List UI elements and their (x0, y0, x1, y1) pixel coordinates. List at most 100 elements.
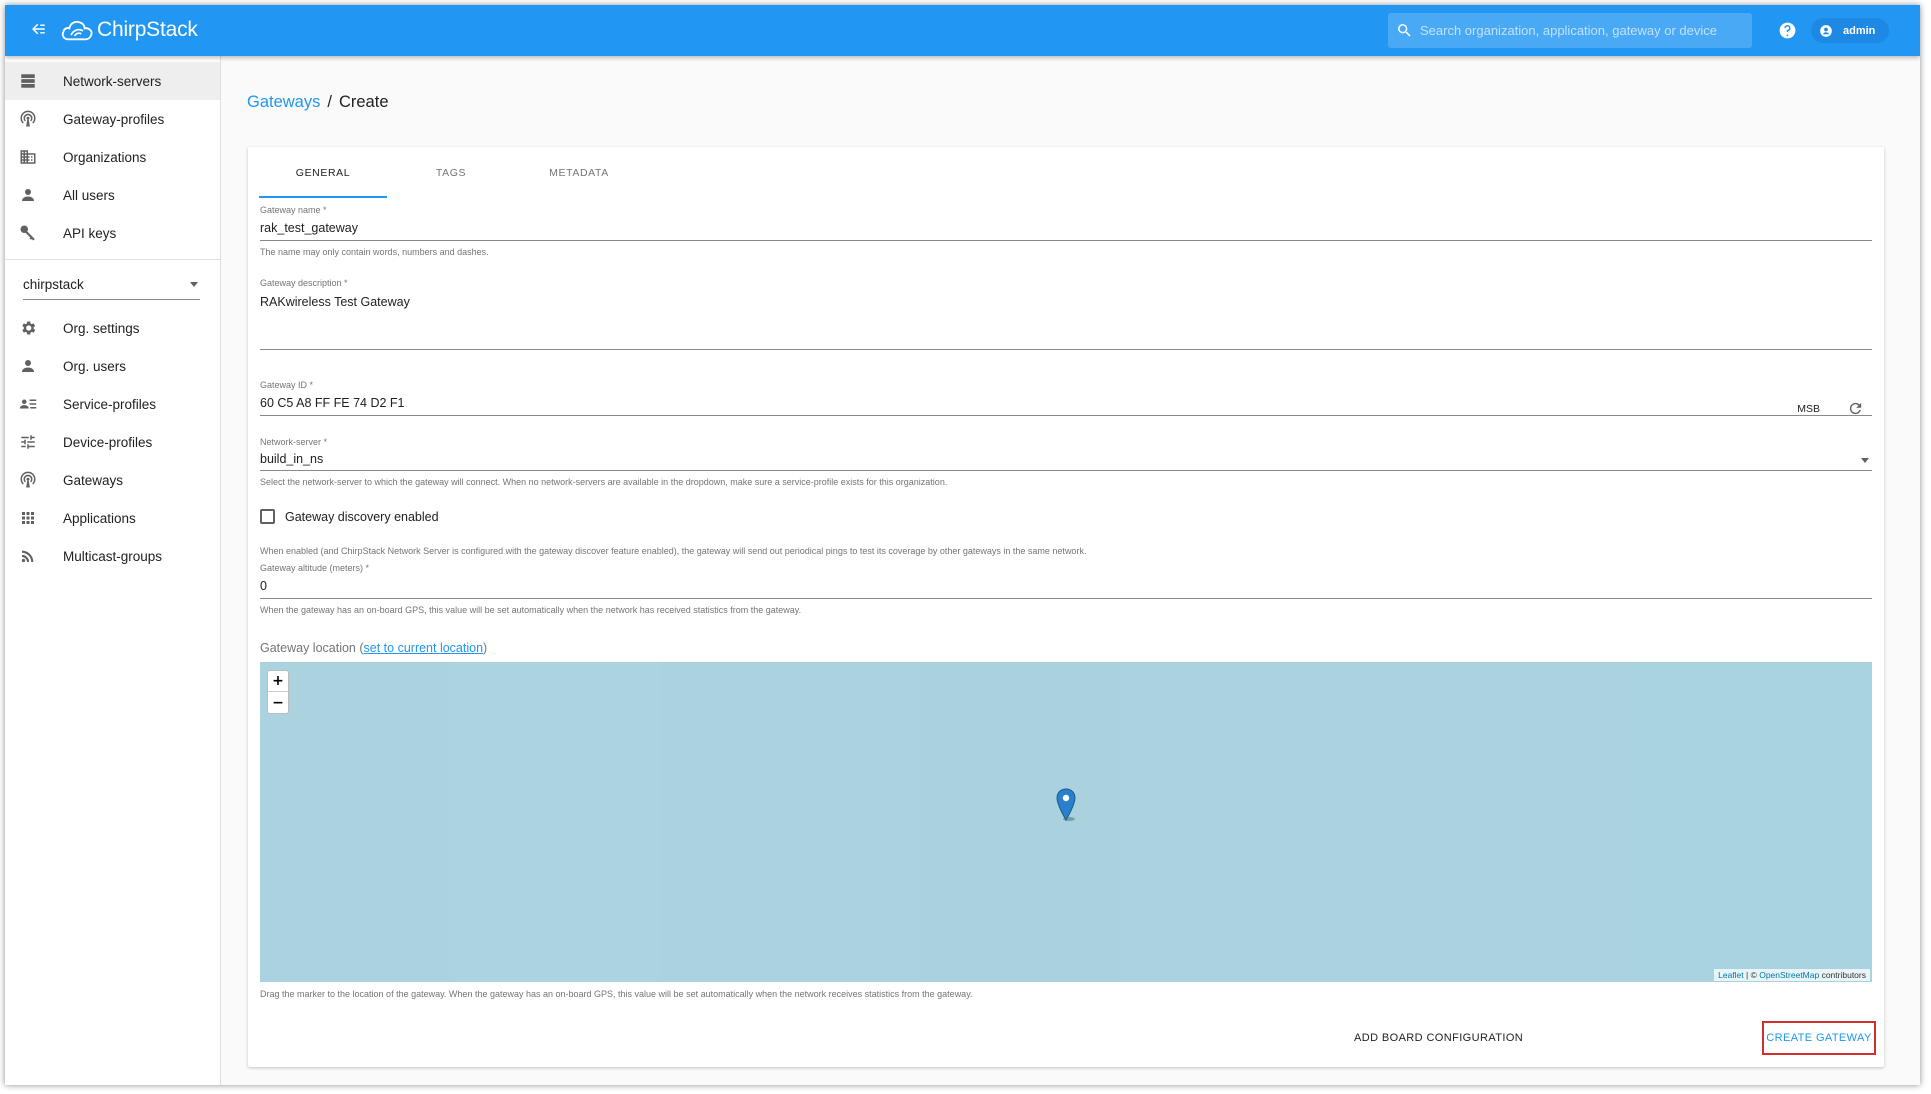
domain-icon (18, 147, 38, 167)
attribution-separator: | © (1743, 970, 1760, 980)
breadcrumb: Gateways / Create (247, 93, 389, 112)
leaflet-link[interactable]: Leaflet (1718, 970, 1744, 980)
sidebar-item-gateway-profiles[interactable]: Gateway-profiles (5, 100, 220, 138)
gateway-discovery-helper: When enabled (and ChirpStack Network Ser… (260, 546, 1087, 556)
search-input[interactable] (1420, 23, 1740, 38)
app-bar: ChirpStack admin (5, 5, 1920, 56)
gateway-id-input[interactable] (260, 390, 1872, 416)
create-gateway-button[interactable]: CREATE GATEWAY (1762, 1021, 1876, 1055)
sidebar-item-label: Applications (63, 510, 136, 526)
sidebar-item-label: API keys (63, 225, 117, 241)
gateway-altitude-label: Gateway altitude (meters) * (260, 563, 370, 573)
gateway-name-helper: The name may only contain words, numbers… (260, 247, 489, 257)
gateway-description-label: Gateway description * (260, 278, 348, 288)
refresh-icon[interactable] (1847, 400, 1864, 417)
network-server-value: build_in_ns (260, 452, 324, 466)
map-attribution: Leaflet | © OpenStreetMap contributors (1714, 969, 1870, 981)
network-server-field: Network-server * build_in_ns Select the … (260, 437, 1872, 487)
gateway-discovery-label: Gateway discovery enabled (285, 509, 439, 524)
zoom-out-button[interactable]: − (268, 692, 288, 713)
account-circle-icon (1820, 24, 1832, 37)
gateway-name-field: Gateway name * The name may only contain… (260, 205, 1872, 257)
chirpstack-logo[interactable]: ChirpStack (60, 13, 198, 47)
page-title: Create (338, 93, 389, 111)
map-tile (920, 662, 1120, 982)
zoom-in-button[interactable]: + (268, 671, 288, 692)
app-window: ChirpStack admin Network-servers Gateway… (5, 5, 1920, 1085)
map-zoom-control: + − (267, 670, 289, 714)
gateway-description-input[interactable]: RAKwireless Test Gateway (260, 288, 1872, 350)
global-search[interactable] (1388, 13, 1752, 48)
gateway-altitude-helper: When the gateway has an on-board GPS, th… (260, 605, 802, 615)
sidebar-item-organizations[interactable]: Organizations (5, 138, 220, 176)
location-label-prefix: Gateway location ( (260, 641, 364, 655)
tab-tags[interactable]: TAGS (387, 147, 515, 198)
chevron-down-icon (1861, 458, 1869, 463)
attribution-tail: contributors (1819, 970, 1866, 980)
cloud-logo-icon (61, 20, 93, 41)
tab-metadata[interactable]: METADATA (515, 147, 643, 198)
gateway-id-label: Gateway ID * (260, 380, 314, 390)
sidebar-item-device-profiles[interactable]: Device-profiles (5, 423, 220, 461)
breadcrumb-separator: / (327, 93, 332, 111)
sidebar-item-label: All users (63, 187, 115, 203)
app-name: ChirpStack (97, 18, 198, 41)
sidebar-item-label: Gateway-profiles (63, 111, 165, 127)
key-icon (18, 223, 38, 243)
sidebar-divider (5, 259, 220, 260)
gateway-discovery-checkbox[interactable] (260, 509, 275, 524)
gateway-altitude-input[interactable] (260, 573, 1872, 599)
help-icon[interactable] (1778, 21, 1797, 40)
add-board-configuration-button[interactable]: ADD BOARD CONFIGURATION (1348, 1022, 1529, 1054)
gateway-name-input[interactable] (260, 215, 1872, 241)
rss-icon (18, 546, 38, 566)
set-current-location-link[interactable]: set to current location (364, 641, 484, 655)
sidebar-item-multicast-groups[interactable]: Multicast-groups (5, 537, 220, 575)
gateway-name-label: Gateway name * (260, 205, 327, 215)
person-icon (18, 185, 38, 205)
sidebar-item-gateways[interactable]: Gateways (5, 461, 220, 499)
byte-order-toggle[interactable]: MSB (1797, 403, 1820, 415)
sidebar-item-network-servers[interactable]: Network-servers (5, 62, 220, 100)
map-marker-icon[interactable] (1055, 788, 1077, 822)
server-icon (18, 71, 38, 91)
radio-tower-icon (18, 470, 38, 490)
form-tabs: GENERAL TAGS METADATA (259, 147, 643, 198)
sidebar-item-label: Gateways (63, 472, 124, 488)
network-server-select[interactable]: build_in_ns (260, 447, 1872, 471)
gateway-altitude-field: Gateway altitude (meters) * When the gat… (260, 563, 1872, 615)
tab-general[interactable]: GENERAL (259, 147, 387, 198)
location-map[interactable]: + − Leaflet | © OpenStreetMap contributo… (260, 662, 1872, 982)
organization-select[interactable]: chirpstack (23, 270, 200, 300)
map-tile (1630, 662, 1872, 982)
menu-toggle-icon[interactable] (27, 20, 49, 42)
organization-select-value: chirpstack (23, 277, 84, 292)
map-tile (450, 662, 660, 982)
sidebar-item-label: Org. users (63, 358, 127, 374)
location-label-suffix: ) (483, 641, 488, 655)
sidebar-item-org-users[interactable]: Org. users (5, 347, 220, 385)
sidebar-item-applications[interactable]: Applications (5, 499, 220, 537)
openstreetmap-link[interactable]: OpenStreetMap (1759, 970, 1819, 980)
sidebar-item-label: Network-servers (63, 73, 162, 89)
sidebar-item-service-profiles[interactable]: Service-profiles (5, 385, 220, 423)
sidebar-item-label: Device-profiles (63, 434, 153, 450)
apps-grid-icon (18, 508, 38, 528)
network-server-label: Network-server * (260, 437, 328, 447)
tune-icon (18, 432, 38, 452)
person-icon (18, 356, 38, 376)
user-name: admin (1843, 24, 1876, 37)
sidebar-item-label: Multicast-groups (63, 548, 163, 564)
sidebar: Network-servers Gateway-profiles Organiz… (5, 56, 221, 1085)
sidebar-item-label: Org. settings (63, 320, 140, 336)
gateway-form-card: GENERAL TAGS METADATA Gateway name * The… (248, 147, 1884, 1067)
sidebar-item-api-keys[interactable]: API keys (5, 214, 220, 252)
breadcrumb-gateways-link[interactable]: Gateways (247, 93, 320, 112)
user-menu-button[interactable]: admin (1811, 18, 1890, 43)
sidebar-item-all-users[interactable]: All users (5, 176, 220, 214)
gateway-description-field: Gateway description * RAKwireless Test G… (260, 278, 1872, 350)
gateway-location-label: Gateway location (set to current locatio… (260, 641, 487, 655)
sidebar-item-org-settings[interactable]: Org. settings (5, 309, 220, 347)
network-server-helper: Select the network-server to which the g… (260, 477, 948, 487)
gateway-discovery-row: Gateway discovery enabled (260, 509, 439, 524)
